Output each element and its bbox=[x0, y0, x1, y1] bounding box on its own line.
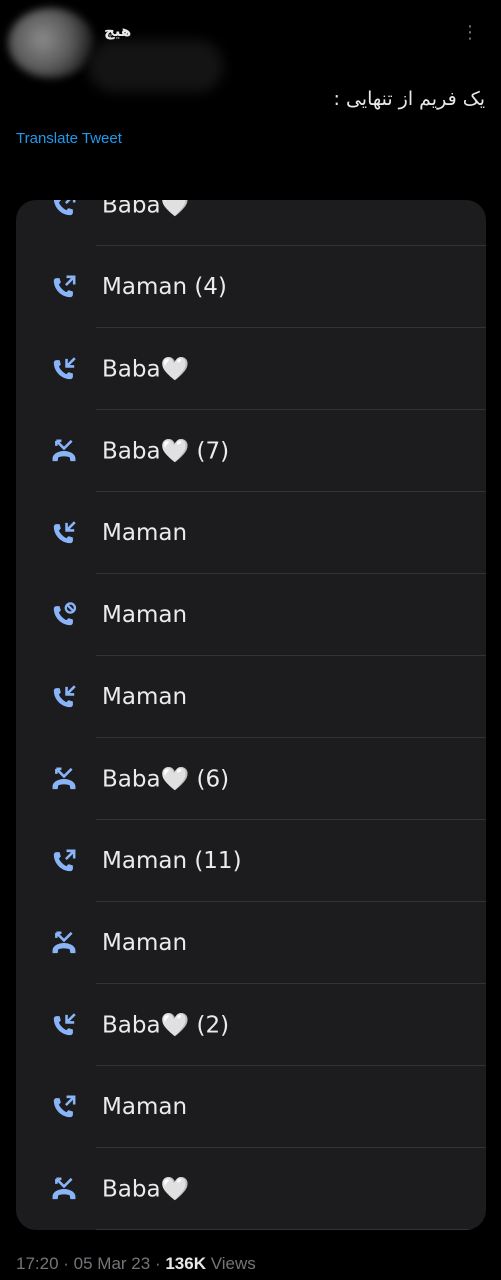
call-log-row[interactable]: Baba🤍 (2) bbox=[16, 984, 486, 1066]
call-log-row[interactable]: Maman bbox=[16, 656, 486, 738]
contact-name: Baba🤍 bbox=[102, 200, 190, 219]
call-log-row[interactable]: Baba🤍 bbox=[16, 1148, 486, 1230]
outgoing-call-icon bbox=[50, 273, 78, 301]
contact-name: Maman bbox=[102, 684, 188, 710]
contact-name: Baba🤍 (2) bbox=[102, 1012, 230, 1039]
translate-tweet-link[interactable]: Translate Tweet bbox=[16, 130, 122, 147]
call-log-row[interactable]: Baba🤍 bbox=[16, 200, 486, 246]
call-log-row[interactable]: Maman (4) bbox=[16, 246, 486, 328]
contact-name: Baba🤍 bbox=[102, 356, 190, 383]
contact-name: Maman bbox=[102, 930, 188, 956]
attached-screenshot[interactable]: Baba🤍 Maman (4) Baba🤍 Baba🤍 (7) Maman Maman Ma… bbox=[16, 200, 486, 1230]
tweet-text: یک فریم از تنهایی : bbox=[333, 88, 486, 110]
call-log-list: Baba🤍 Maman (4) Baba🤍 Baba🤍 (7) Maman Maman Ma… bbox=[16, 200, 486, 1230]
tweet-meta: 17:20 · 05 Mar 23 · 136K Views bbox=[16, 1254, 256, 1274]
call-log-row[interactable]: Maman bbox=[16, 902, 486, 984]
incoming-call-icon bbox=[50, 1011, 78, 1039]
outgoing-call-icon bbox=[50, 1093, 78, 1121]
call-log-row[interactable]: Baba🤍 (6) bbox=[16, 738, 486, 820]
avatar[interactable] bbox=[8, 8, 94, 78]
contact-name: Baba🤍 bbox=[102, 1176, 190, 1203]
views-label: Views bbox=[210, 1254, 256, 1273]
display-name[interactable]: هیچ bbox=[104, 22, 131, 40]
missed-call-icon bbox=[50, 765, 78, 793]
call-log-row[interactable]: Maman bbox=[16, 492, 486, 574]
contact-name: Maman (11) bbox=[102, 848, 242, 874]
missed-call-icon bbox=[50, 929, 78, 957]
rejected-call-icon bbox=[50, 601, 78, 629]
outgoing-call-icon bbox=[50, 847, 78, 875]
call-log-row[interactable]: Maman (11) bbox=[16, 820, 486, 902]
separator-dot: · bbox=[154, 1254, 166, 1273]
call-log-row[interactable]: Baba🤍 (7) bbox=[16, 410, 486, 492]
contact-name: Maman (4) bbox=[102, 274, 227, 300]
call-log-row[interactable]: Baba🤍 bbox=[16, 328, 486, 410]
separator-dot: · bbox=[63, 1254, 74, 1273]
outgoing-call-icon bbox=[50, 200, 78, 219]
call-log-row[interactable]: Maman bbox=[16, 1066, 486, 1148]
contact-name: Maman bbox=[102, 520, 188, 546]
contact-name: Maman bbox=[102, 602, 188, 628]
incoming-call-icon bbox=[50, 683, 78, 711]
views-count: 136K bbox=[165, 1254, 206, 1273]
missed-call-icon bbox=[50, 1175, 78, 1203]
incoming-call-icon bbox=[50, 355, 78, 383]
blurred-username bbox=[88, 40, 223, 92]
call-log-row[interactable]: Maman bbox=[16, 574, 486, 656]
contact-name: Baba🤍 (6) bbox=[102, 766, 230, 793]
contact-name: Baba🤍 (7) bbox=[102, 438, 230, 465]
tweet-date[interactable]: 05 Mar 23 bbox=[74, 1254, 151, 1273]
incoming-call-icon bbox=[50, 519, 78, 547]
row-divider bbox=[96, 1229, 486, 1230]
more-options-icon[interactable]: ⋮ bbox=[461, 24, 479, 42]
tweet-time[interactable]: 17:20 bbox=[16, 1254, 59, 1273]
contact-name: Maman bbox=[102, 1094, 188, 1120]
missed-call-icon bbox=[50, 437, 78, 465]
